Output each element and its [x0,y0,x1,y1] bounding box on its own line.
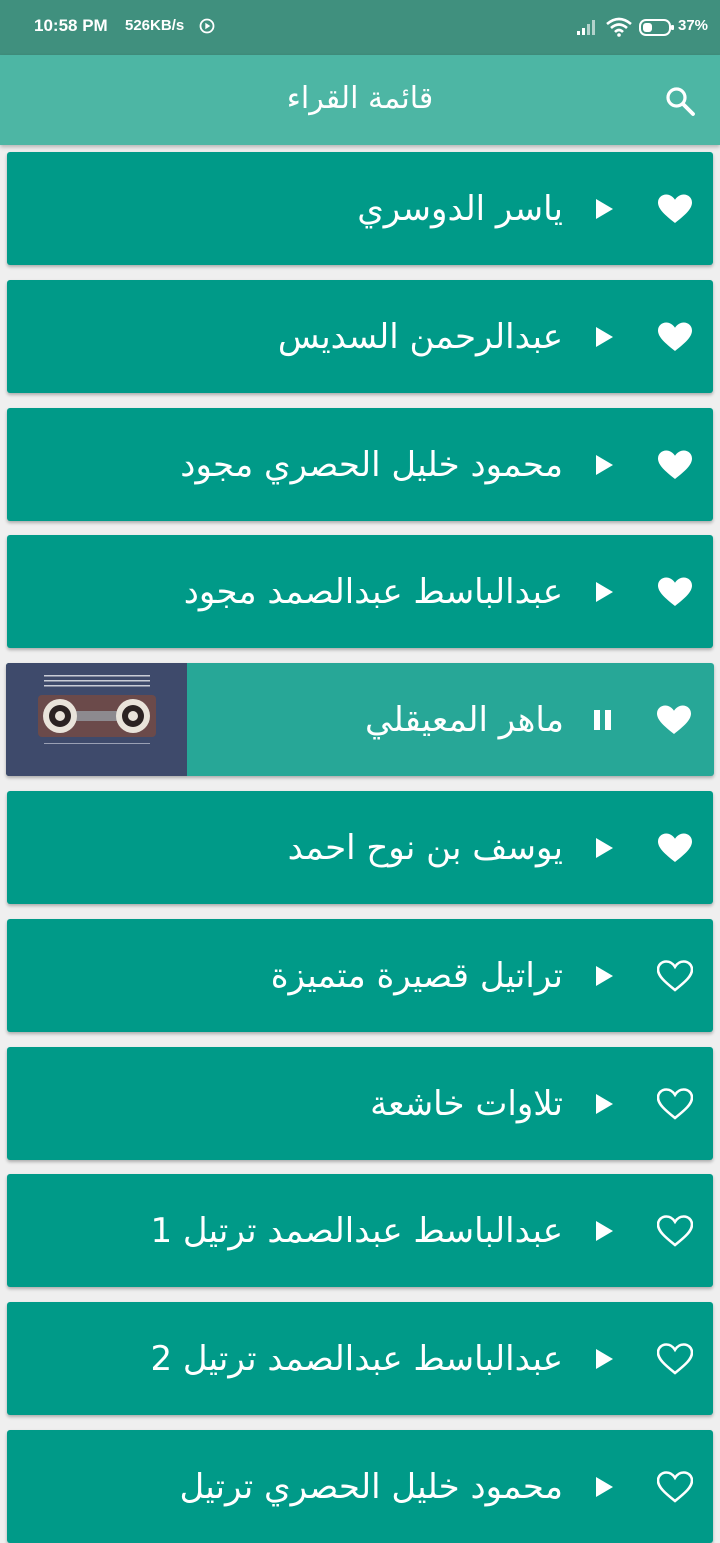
play-icon[interactable] [591,1346,617,1372]
reciter-name: تراتيل قصيرة متميزة [270,955,563,996]
play-icon[interactable] [591,835,617,861]
pause-icon[interactable] [590,707,616,733]
reciter-name: ياسر الدوسري [357,188,563,229]
search-icon[interactable] [664,85,696,117]
heart-outline-icon[interactable] [657,1214,693,1247]
reciter-name: عبدالرحمن السديس [277,316,563,357]
heart-filled-icon[interactable] [657,449,693,481]
heart-filled-icon[interactable] [657,832,693,864]
reciter-name: محمود خليل الحصري ترتيل [179,1466,563,1507]
reciter-card[interactable]: محمود خليل الحصري مجود [7,408,713,521]
play-icon[interactable] [591,1474,617,1500]
reciter-name: محمود خليل الحصري مجود [180,444,563,485]
play-icon[interactable] [591,1218,617,1244]
play-icon[interactable] [591,1091,617,1117]
heart-filled-icon[interactable] [657,576,693,608]
reciter-card[interactable]: محمود خليل الحصري ترتيل [7,1430,713,1543]
network-speed: 526KB/s [125,17,185,34]
play-status-icon [199,18,215,34]
heart-outline-icon[interactable] [657,959,693,992]
cassette-thumbnail [6,663,187,776]
play-icon[interactable] [591,196,617,222]
reciter-name: تلاوات خاشعة [370,1083,563,1124]
app-bar: قائمة القراء [0,55,720,145]
reciter-card[interactable]: ماهر المعيقلي [6,663,714,776]
reciter-card[interactable]: عبدالرحمن السديس [7,280,713,393]
signal-icon [577,20,595,35]
heart-outline-icon[interactable] [657,1470,693,1503]
page-title: قائمة القراء [286,81,434,116]
reciter-card[interactable]: تلاوات خاشعة [7,1047,713,1160]
heart-outline-icon[interactable] [657,1087,693,1120]
heart-filled-icon[interactable] [657,321,693,353]
reciter-card[interactable]: عبدالباسط عبدالصمد ترتيل 1 [7,1174,713,1287]
reciter-name: عبدالباسط عبدالصمد ترتيل 1 [150,1210,563,1251]
play-icon[interactable] [591,579,617,605]
heart-outline-icon[interactable] [657,1342,693,1375]
heart-filled-icon[interactable] [656,704,692,736]
reciter-card[interactable]: عبدالباسط عبدالصمد مجود [7,535,713,648]
status-time: 10:58 PM [34,16,108,35]
reciter-card[interactable]: تراتيل قصيرة متميزة [7,919,713,1032]
heart-filled-icon[interactable] [657,193,693,225]
play-icon[interactable] [591,324,617,350]
reciter-card[interactable]: يوسف بن نوح احمد [7,791,713,904]
reciter-card[interactable]: عبدالباسط عبدالصمد ترتيل 2 [7,1302,713,1415]
play-icon[interactable] [591,452,617,478]
play-icon[interactable] [591,963,617,989]
reciter-name: ماهر المعيقلي [365,699,564,740]
reciter-name: عبدالباسط عبدالصمد ترتيل 2 [150,1338,563,1379]
battery-icon [639,19,674,36]
reciter-name: عبدالباسط عبدالصمد مجود [183,571,563,612]
reciter-card[interactable]: ياسر الدوسري [7,152,713,265]
status-bar: 10:58 PM 526KB/s 37% [0,0,720,55]
reciter-name: يوسف بن نوح احمد [287,827,563,868]
wifi-icon [606,17,632,37]
battery-percent: 37% [678,17,709,34]
